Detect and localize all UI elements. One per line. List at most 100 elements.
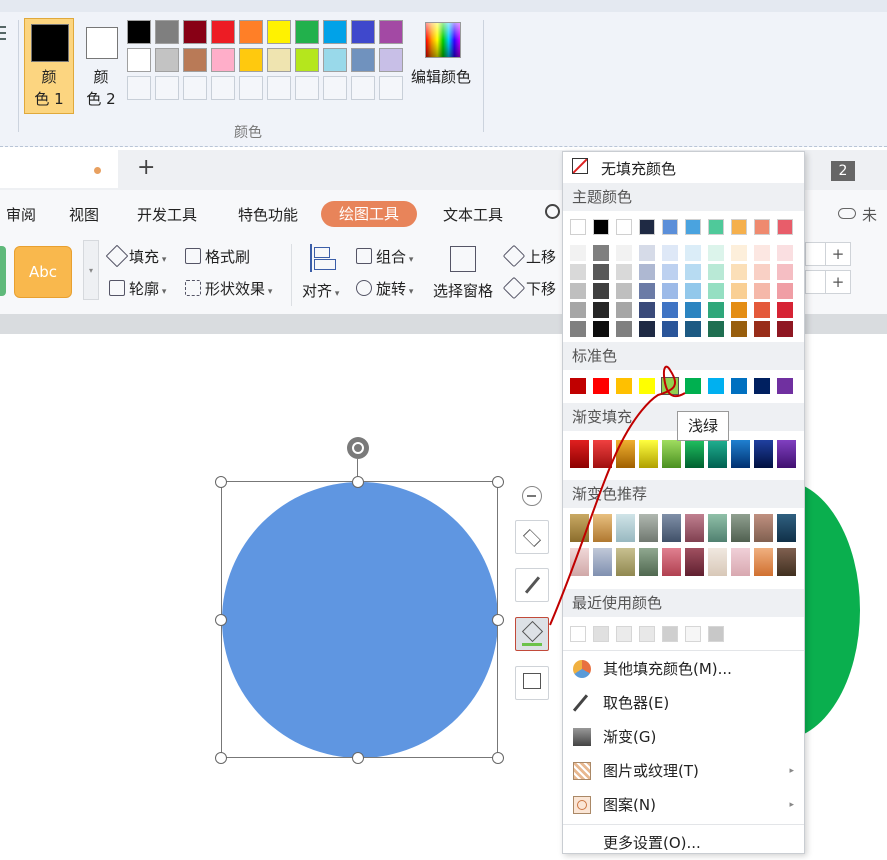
theme-color-shade[interactable]: [754, 302, 770, 318]
align-icon[interactable]: [308, 244, 336, 272]
palette-swatch[interactable]: [295, 48, 319, 72]
standard-color-swatch[interactable]: [754, 378, 770, 394]
palette-empty-slot[interactable]: [267, 76, 291, 100]
theme-color-shade[interactable]: [616, 245, 632, 261]
collapse-toolbar-icon[interactable]: [522, 486, 542, 506]
selection-pane-label[interactable]: 选择窗格: [433, 280, 493, 301]
palette-swatch[interactable]: [351, 48, 375, 72]
gradient-fill-swatch[interactable]: [731, 440, 750, 468]
gradient-recommend-swatch[interactable]: [731, 514, 750, 542]
palette-swatch[interactable]: [127, 48, 151, 72]
theme-color-swatch[interactable]: [731, 219, 747, 235]
theme-color-shade[interactable]: [593, 264, 609, 280]
palette-empty-slot[interactable]: [211, 76, 235, 100]
theme-color-shade[interactable]: [777, 264, 793, 280]
resize-handle-se[interactable]: [492, 752, 504, 764]
theme-color-shade[interactable]: [731, 283, 747, 299]
align-label[interactable]: 对齐 ▾: [302, 280, 339, 301]
theme-color-swatch[interactable]: [754, 219, 770, 235]
theme-color-swatch[interactable]: [593, 219, 609, 235]
group-button[interactable]: 组合 ▾: [356, 246, 413, 267]
document-tab[interactable]: [0, 150, 118, 188]
palette-empty-slot[interactable]: [295, 76, 319, 100]
palette-swatch[interactable]: [379, 20, 403, 44]
theme-color-swatch[interactable]: [616, 219, 632, 235]
eyedropper-item[interactable]: 取色器(E): [563, 686, 804, 720]
palette-swatch[interactable]: [323, 48, 347, 72]
theme-color-swatch[interactable]: [685, 219, 701, 235]
theme-color-shade[interactable]: [662, 283, 678, 299]
send-backward-button[interactable]: 下移: [502, 276, 556, 300]
more-settings-item[interactable]: 更多设置(O)...: [563, 826, 804, 860]
height-increase-button[interactable]: +: [825, 243, 850, 265]
gradient-recommend-swatch[interactable]: [777, 548, 796, 576]
resize-handle-ne[interactable]: [492, 476, 504, 488]
width-increase-button[interactable]: +: [825, 271, 850, 293]
more-fill-colors-item[interactable]: 其他填充颜色(M)...: [563, 652, 804, 686]
theme-color-shade[interactable]: [777, 245, 793, 261]
palette-empty-slot[interactable]: [351, 76, 375, 100]
palette-empty-slot[interactable]: [239, 76, 263, 100]
style-gallery-more[interactable]: ▾: [83, 240, 99, 300]
theme-color-shade[interactable]: [685, 302, 701, 318]
theme-color-shade[interactable]: [731, 245, 747, 261]
theme-color-shade[interactable]: [570, 264, 586, 280]
gradient-fill-swatch[interactable]: [708, 440, 727, 468]
theme-color-shade[interactable]: [731, 321, 747, 337]
bring-forward-button[interactable]: 上移: [502, 244, 556, 268]
palette-swatch[interactable]: [155, 48, 179, 72]
theme-color-shade[interactable]: [685, 321, 701, 337]
gradient-recommend-swatch[interactable]: [754, 514, 773, 542]
selection-pane-icon[interactable]: [450, 246, 476, 272]
theme-color-shade[interactable]: [708, 245, 724, 261]
theme-color-shade[interactable]: [616, 264, 632, 280]
tab-developer[interactable]: 开发工具: [137, 204, 197, 225]
theme-color-shade[interactable]: [570, 245, 586, 261]
gradient-recommend-swatch[interactable]: [777, 514, 796, 542]
outline-style-icon[interactable]: [515, 666, 549, 700]
palette-swatch[interactable]: [323, 20, 347, 44]
palette-swatch[interactable]: [127, 20, 151, 44]
theme-color-shade[interactable]: [570, 302, 586, 318]
theme-color-shade[interactable]: [708, 283, 724, 299]
theme-color-swatch[interactable]: [570, 219, 586, 235]
gradient-item[interactable]: 渐变(G): [563, 720, 804, 754]
palette-empty-slot[interactable]: [379, 76, 403, 100]
gradient-recommend-swatch[interactable]: [754, 548, 773, 576]
style-preview-prev[interactable]: [0, 246, 6, 296]
theme-color-shade[interactable]: [639, 245, 655, 261]
shape-style-preview[interactable]: Abc: [14, 246, 72, 298]
palette-swatch[interactable]: [211, 48, 235, 72]
tab-text-tools[interactable]: 文本工具: [443, 204, 503, 225]
theme-color-shade[interactable]: [754, 321, 770, 337]
format-painter-button[interactable]: 格式刷: [185, 246, 250, 267]
gradient-fill-swatch[interactable]: [754, 440, 773, 468]
theme-color-shade[interactable]: [708, 264, 724, 280]
palette-swatch[interactable]: [239, 48, 263, 72]
gradient-recommend-swatch[interactable]: [731, 548, 750, 576]
tab-view[interactable]: 视图: [69, 204, 99, 225]
theme-color-shade[interactable]: [616, 302, 632, 318]
standard-color-swatch[interactable]: [731, 378, 747, 394]
resize-handle-w[interactable]: [215, 614, 227, 626]
palette-swatch[interactable]: [295, 20, 319, 44]
tab-drawing-tools[interactable]: 绘图工具: [321, 201, 417, 227]
theme-color-swatch[interactable]: [708, 219, 724, 235]
palette-swatch[interactable]: [267, 48, 291, 72]
fill-button[interactable]: 填充 ▾: [105, 244, 166, 268]
new-tab-button[interactable]: +: [137, 155, 155, 180]
theme-color-shade[interactable]: [662, 264, 678, 280]
palette-swatch[interactable]: [379, 48, 403, 72]
theme-color-shade[interactable]: [639, 283, 655, 299]
resize-handle-e[interactable]: [492, 614, 504, 626]
resize-handle-n[interactable]: [352, 476, 364, 488]
theme-color-shade[interactable]: [593, 302, 609, 318]
height-input[interactable]: +: [805, 242, 851, 266]
tab-review[interactable]: 审阅: [6, 204, 36, 225]
search-icon[interactable]: [545, 204, 561, 220]
shape-effects-button[interactable]: 形状效果 ▾: [185, 278, 272, 299]
theme-color-shade[interactable]: [639, 302, 655, 318]
gradient-recommend-swatch[interactable]: [708, 548, 727, 576]
theme-color-shade[interactable]: [662, 245, 678, 261]
gradient-fill-swatch[interactable]: [777, 440, 796, 468]
